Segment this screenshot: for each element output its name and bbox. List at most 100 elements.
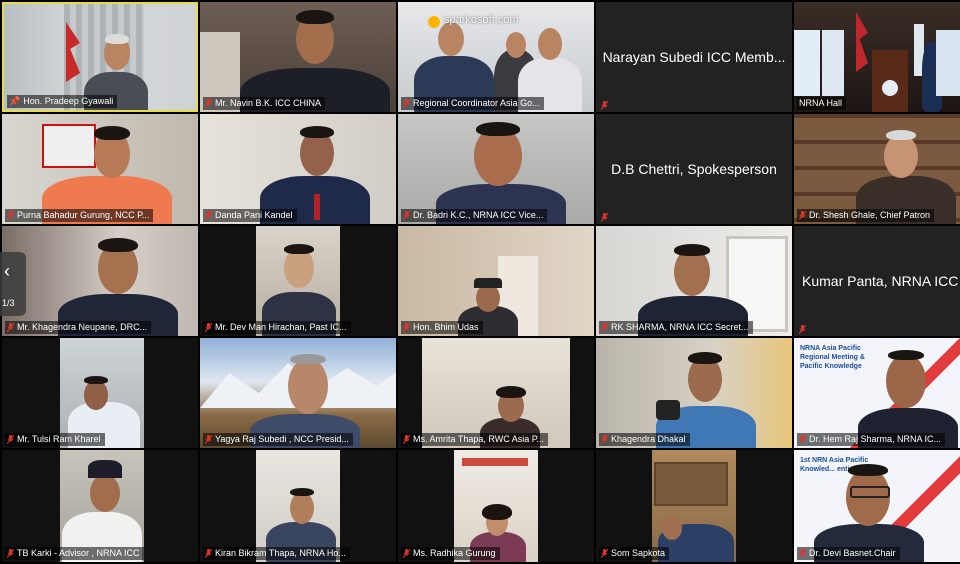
video-tile[interactable]: Purna Bahadur Gurung, NCC P... xyxy=(2,114,198,224)
participant-name xyxy=(797,325,810,334)
video-tile[interactable]: D.B Chettri, Spokesperson xyxy=(596,114,792,224)
video-feed xyxy=(200,338,396,448)
mic-muted-icon xyxy=(601,435,608,444)
video-feed xyxy=(2,450,198,562)
participant-name: Ms. Amrita Thapa, RWC Asia P... xyxy=(401,433,549,446)
video-feed xyxy=(200,114,396,224)
video-tile[interactable]: sparkosoft.com Regional Coordinator Asia… xyxy=(398,2,594,112)
video-feed xyxy=(398,114,594,224)
participant-name: RK SHARMA, NRNA ICC Secret... xyxy=(599,321,753,334)
participant-name xyxy=(599,101,612,110)
mic-muted-icon xyxy=(7,435,14,444)
participant-name: Dr. Devi Basnet.Chair xyxy=(797,547,900,560)
video-feed xyxy=(200,226,396,336)
mic-muted-icon xyxy=(7,323,14,332)
mic-muted-icon xyxy=(601,549,608,558)
participant-name: Hon. Bhim Udas xyxy=(401,321,483,334)
mic-muted-icon xyxy=(7,549,14,558)
participant-name: Mr. Khagendra Neupane, DRC... xyxy=(5,321,152,334)
video-feed xyxy=(200,450,396,562)
video-tile[interactable]: NRNA Asia Pacific Regional Meeting & Pac… xyxy=(794,338,960,448)
participant-name: Mr. Dev Man Hirachan, Past IC... xyxy=(203,321,351,334)
page-indicator: 1/3 xyxy=(2,298,15,308)
video-tile[interactable]: Som Sapkota xyxy=(596,450,792,562)
participant-name: Som Sapkota xyxy=(599,547,670,560)
watermark: sparkosoft.com xyxy=(444,14,519,26)
mic-muted-icon xyxy=(205,211,212,220)
mic-muted-icon xyxy=(403,435,410,444)
video-tile[interactable]: Kumar Panta, NRNA ICC P... xyxy=(794,226,960,336)
video-tile[interactable]: Yagya Raj Subedi , NCC Presid... xyxy=(200,338,396,448)
mic-muted-icon xyxy=(403,549,410,558)
previous-page-button[interactable]: ‹ 1/3 xyxy=(0,252,26,316)
video-feed: 1st NRN Asia Pacific Knowled... ention xyxy=(794,450,960,562)
participant-name: Regional Coordinator Asia Go... xyxy=(401,97,544,110)
video-feed xyxy=(398,450,594,562)
video-feed xyxy=(2,338,198,448)
video-feed xyxy=(2,114,198,224)
video-feed xyxy=(398,226,594,336)
mic-muted-icon xyxy=(799,435,806,444)
video-tile[interactable]: Dr. Badri K.C., NRNA ICC Vice... xyxy=(398,114,594,224)
mic-muted-icon xyxy=(205,99,212,108)
participant-name: Khagendra Dhakal xyxy=(599,433,690,446)
video-feed xyxy=(200,2,396,112)
participant-name: Ms. Radhika Gurung xyxy=(401,547,500,560)
participant-name: TB Karki - Advisor , NRNA ICC xyxy=(5,547,144,560)
video-tile[interactable]: Mr. Navin B.K. ICC CHINA xyxy=(200,2,396,112)
video-tile[interactable]: Ms. Radhika Gurung xyxy=(398,450,594,562)
participant-name xyxy=(599,213,612,222)
video-tile[interactable]: Mr. Dev Man Hirachan, Past IC... xyxy=(200,226,396,336)
chevron-left-icon: ‹ xyxy=(4,261,10,281)
video-feed: sparkosoft.com xyxy=(398,2,594,112)
participant-name: Yagya Raj Subedi , NCC Presid... xyxy=(203,433,353,446)
mic-muted-icon xyxy=(601,213,608,222)
video-tile[interactable]: Mr. Khagendra Neupane, DRC... xyxy=(2,226,198,336)
video-tile[interactable]: Narayan Subedi ICC Memb... xyxy=(596,2,792,112)
mic-muted-icon xyxy=(7,211,14,220)
video-feed xyxy=(596,338,792,448)
participant-name: Mr. Navin B.K. ICC CHINA xyxy=(203,97,326,110)
video-tile[interactable]: Khagendra Dhakal xyxy=(596,338,792,448)
mic-muted-icon xyxy=(403,99,410,108)
mic-muted-icon xyxy=(799,325,806,334)
participant-name-placeholder: D.B Chettri, Spokesperson xyxy=(611,161,777,177)
participant-name: Dr. Shesh Ghale, Chief Patron xyxy=(797,209,935,222)
video-feed xyxy=(596,450,792,562)
participant-name: 📌 Hon. Pradeep Gyawali xyxy=(7,95,118,108)
video-tile[interactable]: NRNA Hall xyxy=(794,2,960,112)
video-feed xyxy=(794,114,960,224)
video-tile[interactable]: Hon. Bhim Udas xyxy=(398,226,594,336)
pin-icon: 📌 xyxy=(9,96,21,106)
video-feed xyxy=(398,338,594,448)
video-feed xyxy=(794,2,960,112)
mic-muted-icon xyxy=(205,435,212,444)
video-tile[interactable]: Ms. Amrita Thapa, RWC Asia P... xyxy=(398,338,594,448)
participant-name: Danda Pani Kandel xyxy=(203,209,297,222)
video-tile[interactable]: RK SHARMA, NRNA ICC Secret... xyxy=(596,226,792,336)
video-tile[interactable]: Dr. Shesh Ghale, Chief Patron xyxy=(794,114,960,224)
participant-name: Dr. Badri K.C., NRNA ICC Vice... xyxy=(401,209,548,222)
mic-muted-icon xyxy=(799,549,806,558)
mic-muted-icon xyxy=(205,549,212,558)
video-tile[interactable]: Mr. Tulsi Ram Kharel xyxy=(2,338,198,448)
event-banner: NRNA Asia Pacific Regional Meeting & Pac… xyxy=(800,345,865,370)
video-tile[interactable]: TB Karki - Advisor , NRNA ICC xyxy=(2,450,198,562)
mic-muted-icon xyxy=(403,323,410,332)
participant-name: Mr. Tulsi Ram Kharel xyxy=(5,433,105,446)
video-feed: NRNA Asia Pacific Regional Meeting & Pac… xyxy=(794,338,960,448)
video-tile[interactable]: 1st NRN Asia Pacific Knowled... ention D… xyxy=(794,450,960,562)
participant-name-placeholder: Kumar Panta, NRNA ICC P... xyxy=(802,273,960,289)
mic-muted-icon xyxy=(601,323,608,332)
mic-muted-icon xyxy=(403,211,410,220)
video-tile[interactable]: 📌 Hon. Pradeep Gyawali xyxy=(2,2,198,112)
video-grid: 📌 Hon. Pradeep Gyawali Mr. Navin B.K. IC… xyxy=(0,0,960,564)
video-feed xyxy=(596,226,792,336)
participant-name: Kiran Bikram Thapa, NRNA Ho... xyxy=(203,547,350,560)
participant-name: NRNA Hall xyxy=(797,97,847,110)
video-tile[interactable]: Kiran Bikram Thapa, NRNA Ho... xyxy=(200,450,396,562)
video-feed xyxy=(2,226,198,336)
participant-name: Dr. Hem Raj Sharma, NRNA IC... xyxy=(797,433,946,446)
video-tile[interactable]: Danda Pani Kandel xyxy=(200,114,396,224)
participant-name: Purna Bahadur Gurung, NCC P... xyxy=(5,209,154,222)
